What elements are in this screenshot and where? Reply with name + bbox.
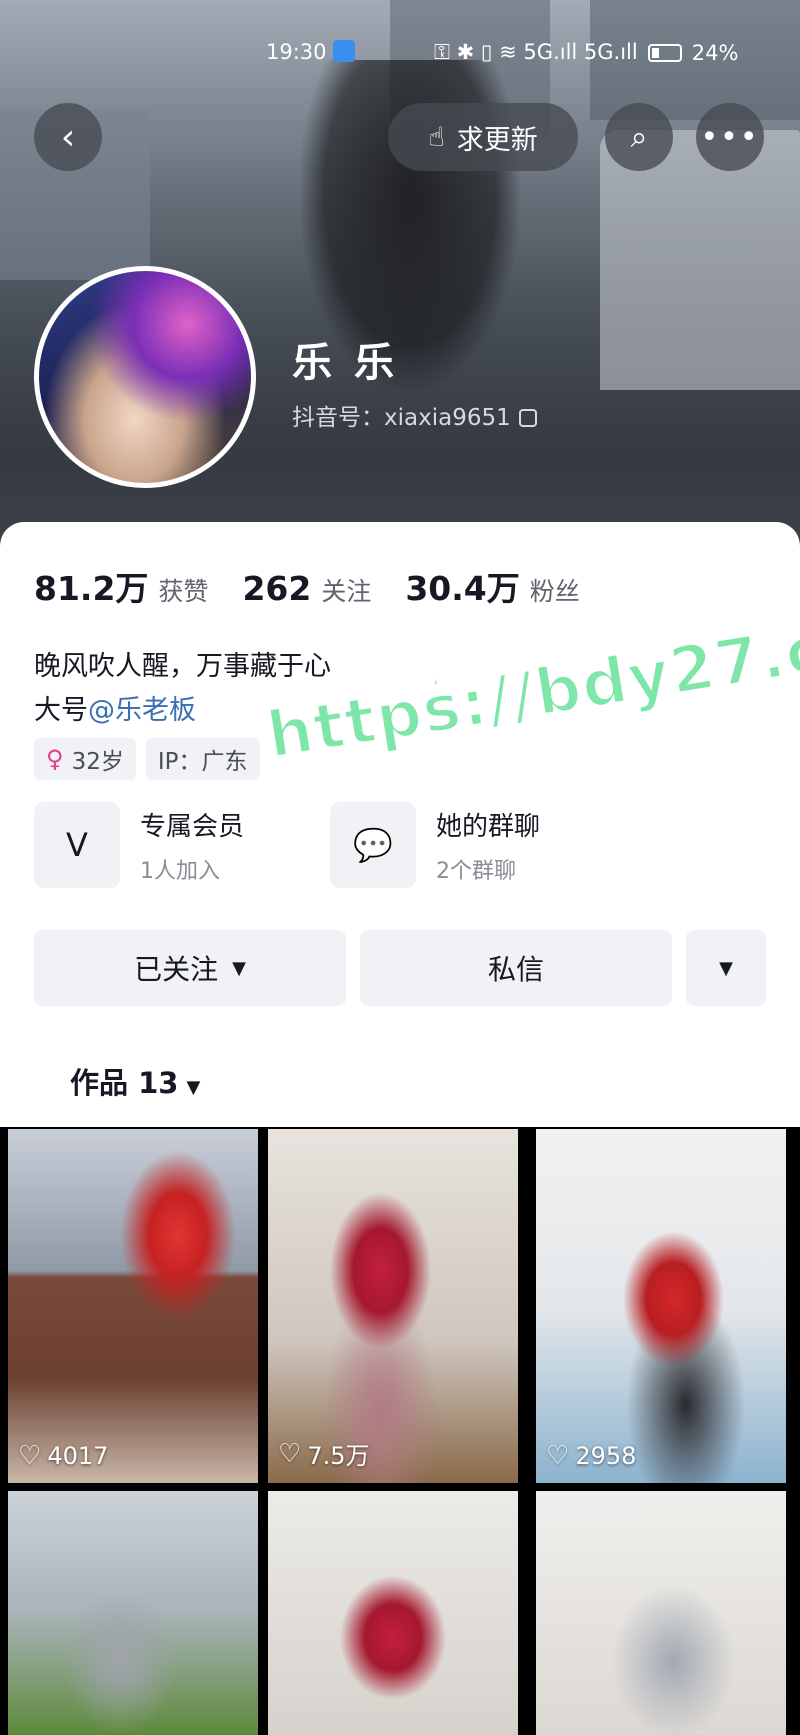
- caret-down-icon: ▼: [719, 957, 733, 979]
- following-label[interactable]: 关注: [321, 572, 371, 608]
- video-like-count: ♡ 7.5万: [278, 1436, 369, 1471]
- like-count-text: 7.5万: [307, 1442, 370, 1470]
- status-bar: 19:30 ⚿ ✱ ▯ ≋ 5G.ıll 5G.ıll 24%: [0, 34, 800, 74]
- hand-point-icon: ☝: [428, 121, 445, 153]
- works-tab-label: 作品 13: [70, 1066, 179, 1100]
- group-chat-text: 她的群聊 2个群聊: [436, 806, 540, 885]
- bio-line-1: 晚风吹人醒，万事藏于心: [34, 651, 331, 682]
- likes-label[interactable]: 获赞: [158, 572, 208, 608]
- heart-icon: ♡: [18, 1441, 42, 1471]
- age-text: 32岁: [71, 749, 124, 775]
- like-count-text: 4017: [47, 1442, 109, 1470]
- group-chat-entry[interactable]: 💬 她的群聊 2个群聊: [330, 802, 540, 888]
- copy-icon[interactable]: [518, 409, 537, 427]
- message-label: 私信: [487, 953, 544, 986]
- back-button[interactable]: ‹: [34, 103, 102, 171]
- profile-tags: ♀ 32岁 IP：广东: [34, 738, 260, 780]
- profile-cover: 19:30 ⚿ ✱ ▯ ≋ 5G.ıll 5G.ıll 24% ‹ ☝ 求更新 …: [0, 0, 800, 540]
- age-tag: ♀ 32岁: [34, 738, 136, 780]
- chevron-left-icon: ‹: [60, 116, 76, 158]
- request-update-button[interactable]: ☝ 求更新: [388, 103, 578, 171]
- signal-icons: ⚿ ✱ ▯ ≋ 5G.ıll 5G.ıll: [434, 40, 638, 64]
- followed-button[interactable]: 已关注 ▼: [34, 930, 346, 1006]
- bio-prefix: 大号: [34, 695, 88, 726]
- request-update-label: 求更新: [456, 124, 538, 156]
- status-time: 19:30: [266, 40, 355, 64]
- video-like-count: ♡ 2958: [546, 1441, 636, 1471]
- app-notification-icon: [332, 40, 355, 62]
- group-chat-title: 她的群聊: [436, 811, 541, 842]
- likes-count[interactable]: 81.2万: [34, 562, 148, 610]
- profile-stats: 81.2万 获赞 262 关注 30.4万 粉丝: [34, 562, 614, 610]
- video-thumbnail[interactable]: [8, 1491, 258, 1735]
- more-button[interactable]: •••: [696, 103, 764, 171]
- search-button[interactable]: ⌕: [605, 103, 673, 171]
- video-grid: ♡ 4017 ♡ 7.5万 ♡ 2958: [0, 1127, 800, 1735]
- video-thumbnail[interactable]: ♡ 7.5万: [268, 1129, 518, 1483]
- douyin-id[interactable]: 抖音号：xiaxia9651: [292, 398, 537, 432]
- message-button[interactable]: 私信: [360, 930, 672, 1006]
- followers-label[interactable]: 粉丝: [530, 572, 580, 608]
- battery-percent: 24%: [691, 40, 739, 65]
- followed-label: 已关注: [134, 953, 219, 986]
- douyin-id-text: 抖音号：xiaxia9651: [292, 405, 511, 431]
- group-chat-subtitle: 2个群聊: [436, 858, 516, 884]
- tab-works[interactable]: 作品 13 ▼: [70, 1060, 200, 1102]
- heart-icon: ♡: [278, 1438, 302, 1469]
- membership-title: 专属会员: [140, 811, 245, 842]
- status-indicators: ⚿ ✱ ▯ ≋ 5G.ıll 5G.ıll 24%: [434, 40, 738, 65]
- following-count[interactable]: 262: [242, 569, 311, 608]
- search-icon: ⌕: [630, 119, 648, 155]
- more-icon: •••: [700, 119, 760, 155]
- video-like-count: ♡ 4017: [18, 1441, 108, 1471]
- membership-subtitle: 1人加入: [140, 858, 220, 884]
- video-thumbnail[interactable]: ♡ 4017: [8, 1129, 258, 1483]
- profile-nickname: 乐乐: [292, 340, 416, 386]
- more-actions-button[interactable]: ▼: [686, 930, 766, 1006]
- battery-icon: [647, 43, 682, 62]
- profile-card: 81.2万 获赞 262 关注 30.4万 粉丝 晚风吹人醒，万事藏于心 大号@…: [0, 522, 800, 1127]
- ip-tag: IP：广东: [145, 738, 260, 780]
- membership-v-icon: V: [34, 802, 120, 888]
- avatar[interactable]: [34, 266, 256, 488]
- ip-text: IP：广东: [157, 749, 248, 775]
- bio-mention-link[interactable]: @乐老板: [88, 695, 196, 726]
- female-icon: ♀: [46, 745, 64, 773]
- heart-icon: ♡: [546, 1441, 570, 1471]
- followers-count[interactable]: 30.4万: [405, 562, 519, 610]
- chat-bubbles-icon: 💬: [330, 802, 416, 888]
- membership-text: 专属会员 1人加入: [140, 806, 244, 885]
- caret-down-icon: ▼: [232, 957, 246, 979]
- caret-down-icon: ▼: [186, 1077, 201, 1098]
- video-thumbnail[interactable]: [268, 1491, 518, 1735]
- video-thumbnail[interactable]: ♡ 2958: [536, 1129, 786, 1483]
- video-thumbnail[interactable]: [536, 1491, 786, 1735]
- like-count-text: 2958: [575, 1442, 637, 1470]
- membership-entry[interactable]: V 专属会员 1人加入: [34, 802, 244, 888]
